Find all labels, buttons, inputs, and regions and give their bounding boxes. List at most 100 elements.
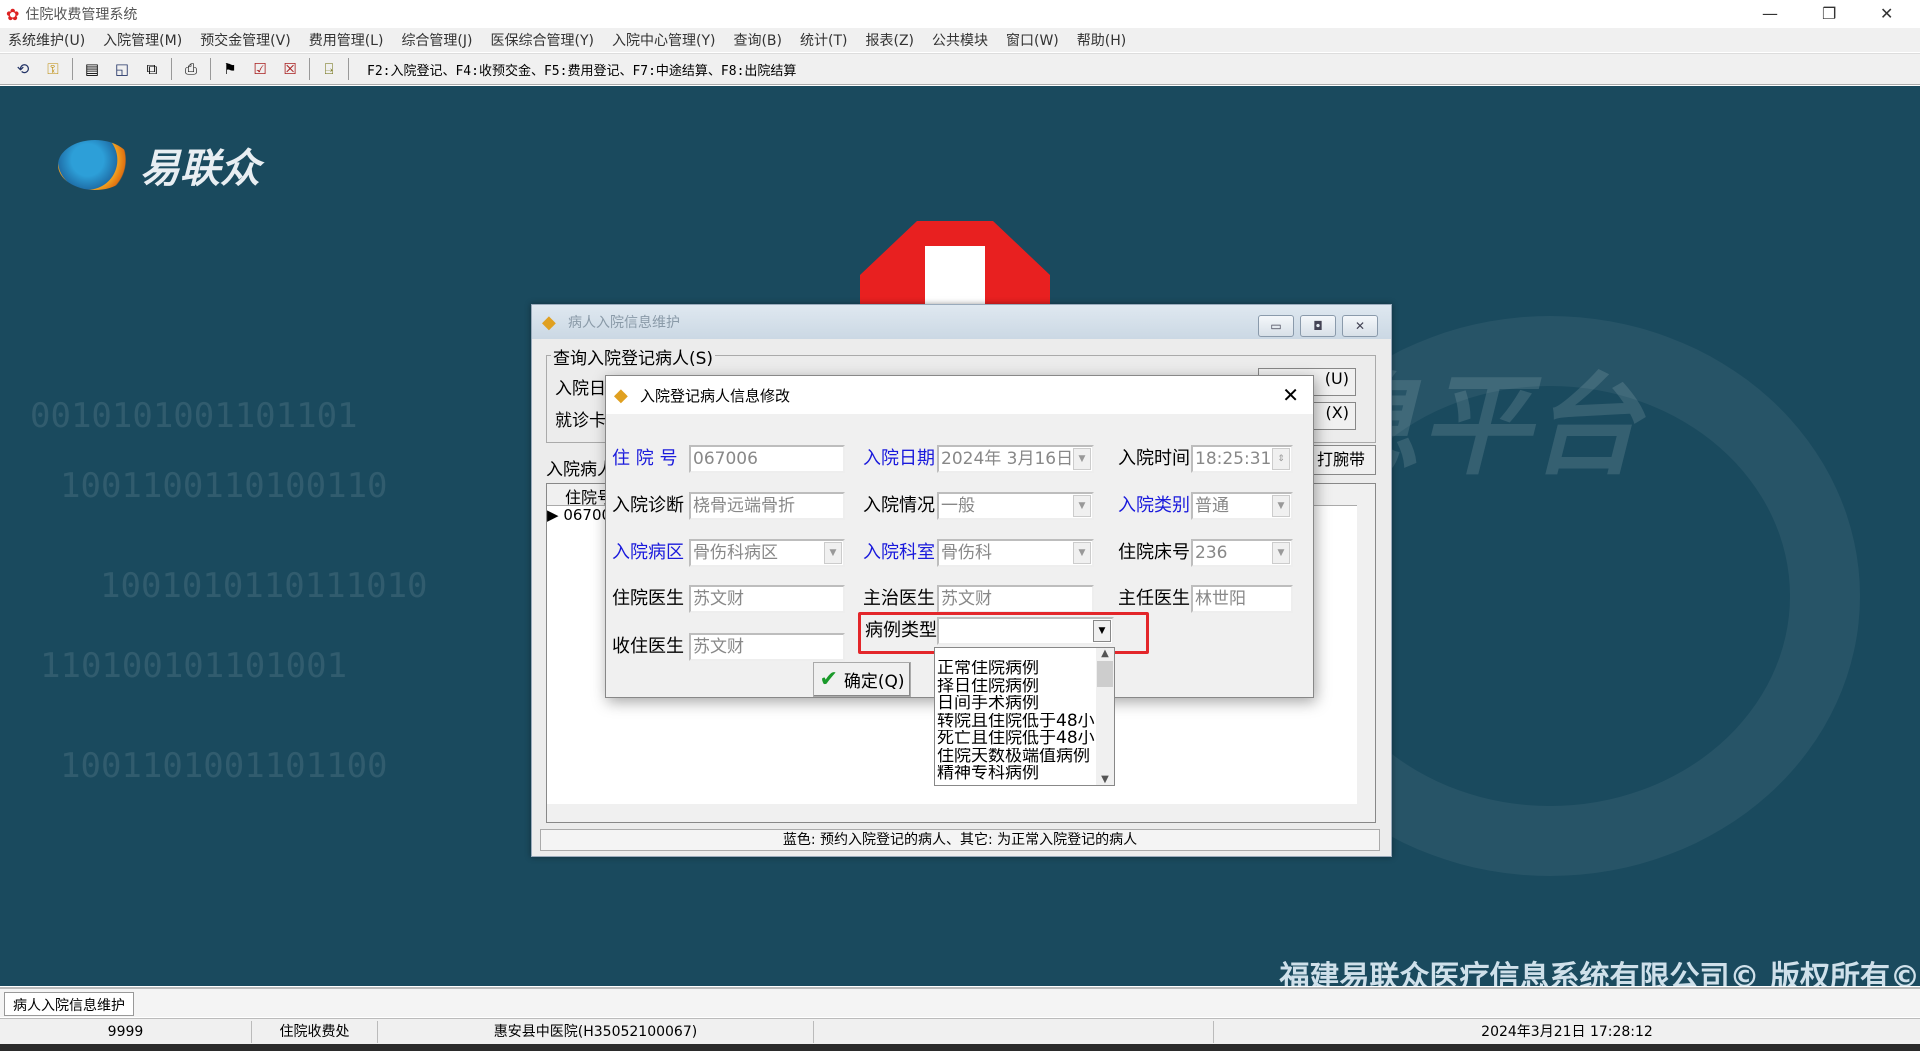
chevron-down-icon[interactable]: ▼	[1073, 542, 1091, 564]
menu-item[interactable]: 入院中心管理(Y)	[604, 30, 725, 50]
brand-logo: 易联众	[58, 136, 260, 194]
dropdown-option[interactable]: 正常住院病例	[935, 660, 1095, 678]
exit-door-icon[interactable]: ⍈	[318, 59, 340, 79]
dialog-title: 入院登记病人信息修改	[640, 386, 791, 405]
zycw-label: 住院床号	[1118, 542, 1190, 563]
maximize-button[interactable]: ◘	[1300, 315, 1336, 337]
rytime-select[interactable]: 18:25:31 ⇕	[1191, 445, 1293, 473]
flag-icon[interactable]: ⚑	[219, 59, 241, 79]
menu-item[interactable]: 查询(B)	[725, 30, 792, 50]
vertical-scrollbar[interactable]	[1357, 484, 1375, 804]
checkmark-icon: ✔	[819, 667, 838, 692]
copyright-text: 福建易联众医疗信息系统有限公司© 版权所有©	[1279, 960, 1920, 986]
menu-item[interactable]: 窗口(W)	[998, 30, 1069, 50]
print-wristband-button[interactable]: 打腕带	[1306, 445, 1376, 475]
dropdown-option[interactable]: 住院天数极端值病例	[935, 748, 1095, 766]
table-row[interactable]: ▶ 06700	[547, 506, 611, 524]
toolbar-divider	[171, 58, 172, 80]
zyys-value: 苏文财	[693, 589, 744, 609]
confirm-button[interactable]: ✔ 确定(Q)	[813, 662, 911, 697]
toolbar: ⟲ ⚿ ▤ ◱ ⧉ ⎙ ⚑ ☑ ☒ ⍈ F2:入院登记、F4:收预交金、F5:费…	[0, 53, 1920, 85]
zyys-label: 住院医生	[612, 588, 684, 609]
zyh-value: 067006	[693, 449, 758, 469]
zzys-label: 主治医生	[863, 588, 935, 609]
minimize-button[interactable]: —	[1762, 4, 1778, 23]
menu-item[interactable]: 系统维护(U)	[0, 30, 95, 50]
status-user: 9999	[0, 1021, 252, 1043]
menu-item[interactable]: 入院管理(M)	[95, 30, 192, 50]
zycw-select[interactable]: 236 ▼	[1191, 539, 1293, 567]
szys-field[interactable]: 苏文财	[689, 633, 845, 661]
scroll-thumb[interactable]	[1097, 661, 1113, 687]
menu-item[interactable]: 综合管理(J)	[393, 30, 482, 50]
chevron-down-icon[interactable]: ▼	[1272, 495, 1290, 517]
dropdown-option[interactable]: 死亡且住院低于48小	[935, 730, 1095, 748]
zyys-field[interactable]: 苏文财	[689, 585, 845, 613]
rybq-label: 入院病区	[612, 542, 684, 563]
menu-item[interactable]: 公共模块	[924, 30, 998, 50]
horizontal-scrollbar[interactable]	[547, 804, 1375, 822]
chevron-down-icon[interactable]: ▼	[1073, 495, 1091, 517]
menu-bar: 系统维护(U) 入院管理(M) 预交金管理(V) 费用管理(L) 综合管理(J) 医保综合…	[0, 28, 1920, 52]
report-icon[interactable]: ☒	[279, 59, 301, 79]
status-department: 住院收费处	[252, 1021, 378, 1043]
szys-value: 苏文财	[693, 637, 744, 657]
ryzd-label: 入院诊断	[612, 495, 684, 516]
tab-patient-admission[interactable]: 病人入院信息维护	[4, 992, 134, 1016]
group-label: 查询入院登记病人(S)	[551, 344, 716, 369]
zzys-value: 苏文财	[941, 589, 992, 609]
window-search-icon[interactable]: ◱	[111, 59, 133, 79]
ryzd-field[interactable]: 桡骨远端骨折	[689, 492, 845, 520]
szys-label: 收住医生	[612, 636, 684, 657]
switch-user-icon[interactable]: ⟲	[12, 59, 34, 79]
app-logo-icon: ✿	[6, 4, 20, 24]
menu-item[interactable]: 费用管理(L)	[301, 30, 394, 50]
status-datetime: 2024年3月21日 17:28:12	[1481, 1024, 1653, 1040]
menu-item[interactable]: 帮助(H)	[1069, 30, 1136, 50]
admission-date-label: 入院日	[555, 379, 606, 399]
dropdown-option[interactable]: 择日住院病例	[935, 678, 1095, 696]
spin-arrows-icon[interactable]: ⇕	[1272, 448, 1290, 470]
chevron-down-icon[interactable]: ▼	[1272, 542, 1290, 564]
title-bar: ✿ 住院收费管理系统 — ❐ ✕	[0, 0, 1920, 28]
dropdown-option[interactable]: 日间手术病例	[935, 695, 1095, 713]
menu-item[interactable]: 报表(Z)	[857, 30, 924, 50]
chevron-down-icon[interactable]: ▼	[824, 542, 842, 564]
close-button[interactable]: ✕	[1880, 4, 1893, 23]
case-type-dropdown-list[interactable]: ▲ ▼ 正常住院病例 择日住院病例 日间手术病例 转院且住院低于48小 死亡且住院低于4…	[934, 647, 1115, 786]
dialog-title: 病人入院信息维护	[568, 315, 680, 331]
rylb-select[interactable]: 普通 ▼	[1191, 492, 1293, 520]
rybq-select[interactable]: 骨伤科病区 ▼	[689, 539, 845, 567]
dropdown-option[interactable]: 精神专科病例	[935, 765, 1095, 783]
rydate-select[interactable]: 2024年 3月16日 ▼	[937, 445, 1094, 473]
menu-item[interactable]: 预交金管理(V)	[192, 30, 301, 50]
menu-item[interactable]: 医保综合管理(Y)	[483, 30, 604, 50]
taskbar-strip	[0, 1044, 1920, 1051]
close-icon[interactable]: ✕	[1282, 383, 1299, 407]
zrys-field[interactable]: 林世阳	[1191, 585, 1293, 613]
hotkey-hint: F2:入院登记、F4:收预交金、F5:费用登记、F7:中途结算、F8:出院结算	[367, 63, 797, 79]
dropdown-scrollbar[interactable]: ▲ ▼	[1096, 648, 1114, 785]
rylb-value: 普通	[1195, 496, 1229, 516]
zzys-field[interactable]: 苏文财	[937, 585, 1094, 613]
key-icon[interactable]: ⚿	[42, 59, 64, 79]
ryks-select[interactable]: 骨伤科 ▼	[937, 539, 1094, 567]
copy-icon[interactable]: ⧉	[141, 59, 163, 79]
document-icon[interactable]: ▤	[81, 59, 103, 79]
menu-item[interactable]: 统计(T)	[792, 30, 857, 50]
dialog-titlebar: ◆ 入院登记病人信息修改 ✕	[606, 376, 1313, 414]
ryqk-select[interactable]: 一般 ▼	[937, 492, 1094, 520]
close-button[interactable]: ✕	[1342, 315, 1378, 337]
minimize-button[interactable]: ▭	[1258, 315, 1294, 337]
zyh-field[interactable]: 067006	[689, 445, 845, 473]
confirm-label: 确定(Q)	[843, 672, 905, 692]
chevron-down-icon[interactable]: ▼	[1073, 448, 1091, 470]
dropdown-option[interactable]: 转院且住院低于48小	[935, 713, 1095, 731]
printer-icon[interactable]: ⎙	[180, 59, 202, 79]
ryqk-label: 入院情况	[863, 495, 935, 516]
checklist-icon[interactable]: ☑	[249, 59, 271, 79]
status-hospital: 惠安县中医院(H35052100067)	[378, 1021, 814, 1043]
restore-button[interactable]: ❐	[1822, 4, 1836, 23]
toolbar-divider	[348, 58, 349, 80]
toolbar-divider	[210, 58, 211, 80]
